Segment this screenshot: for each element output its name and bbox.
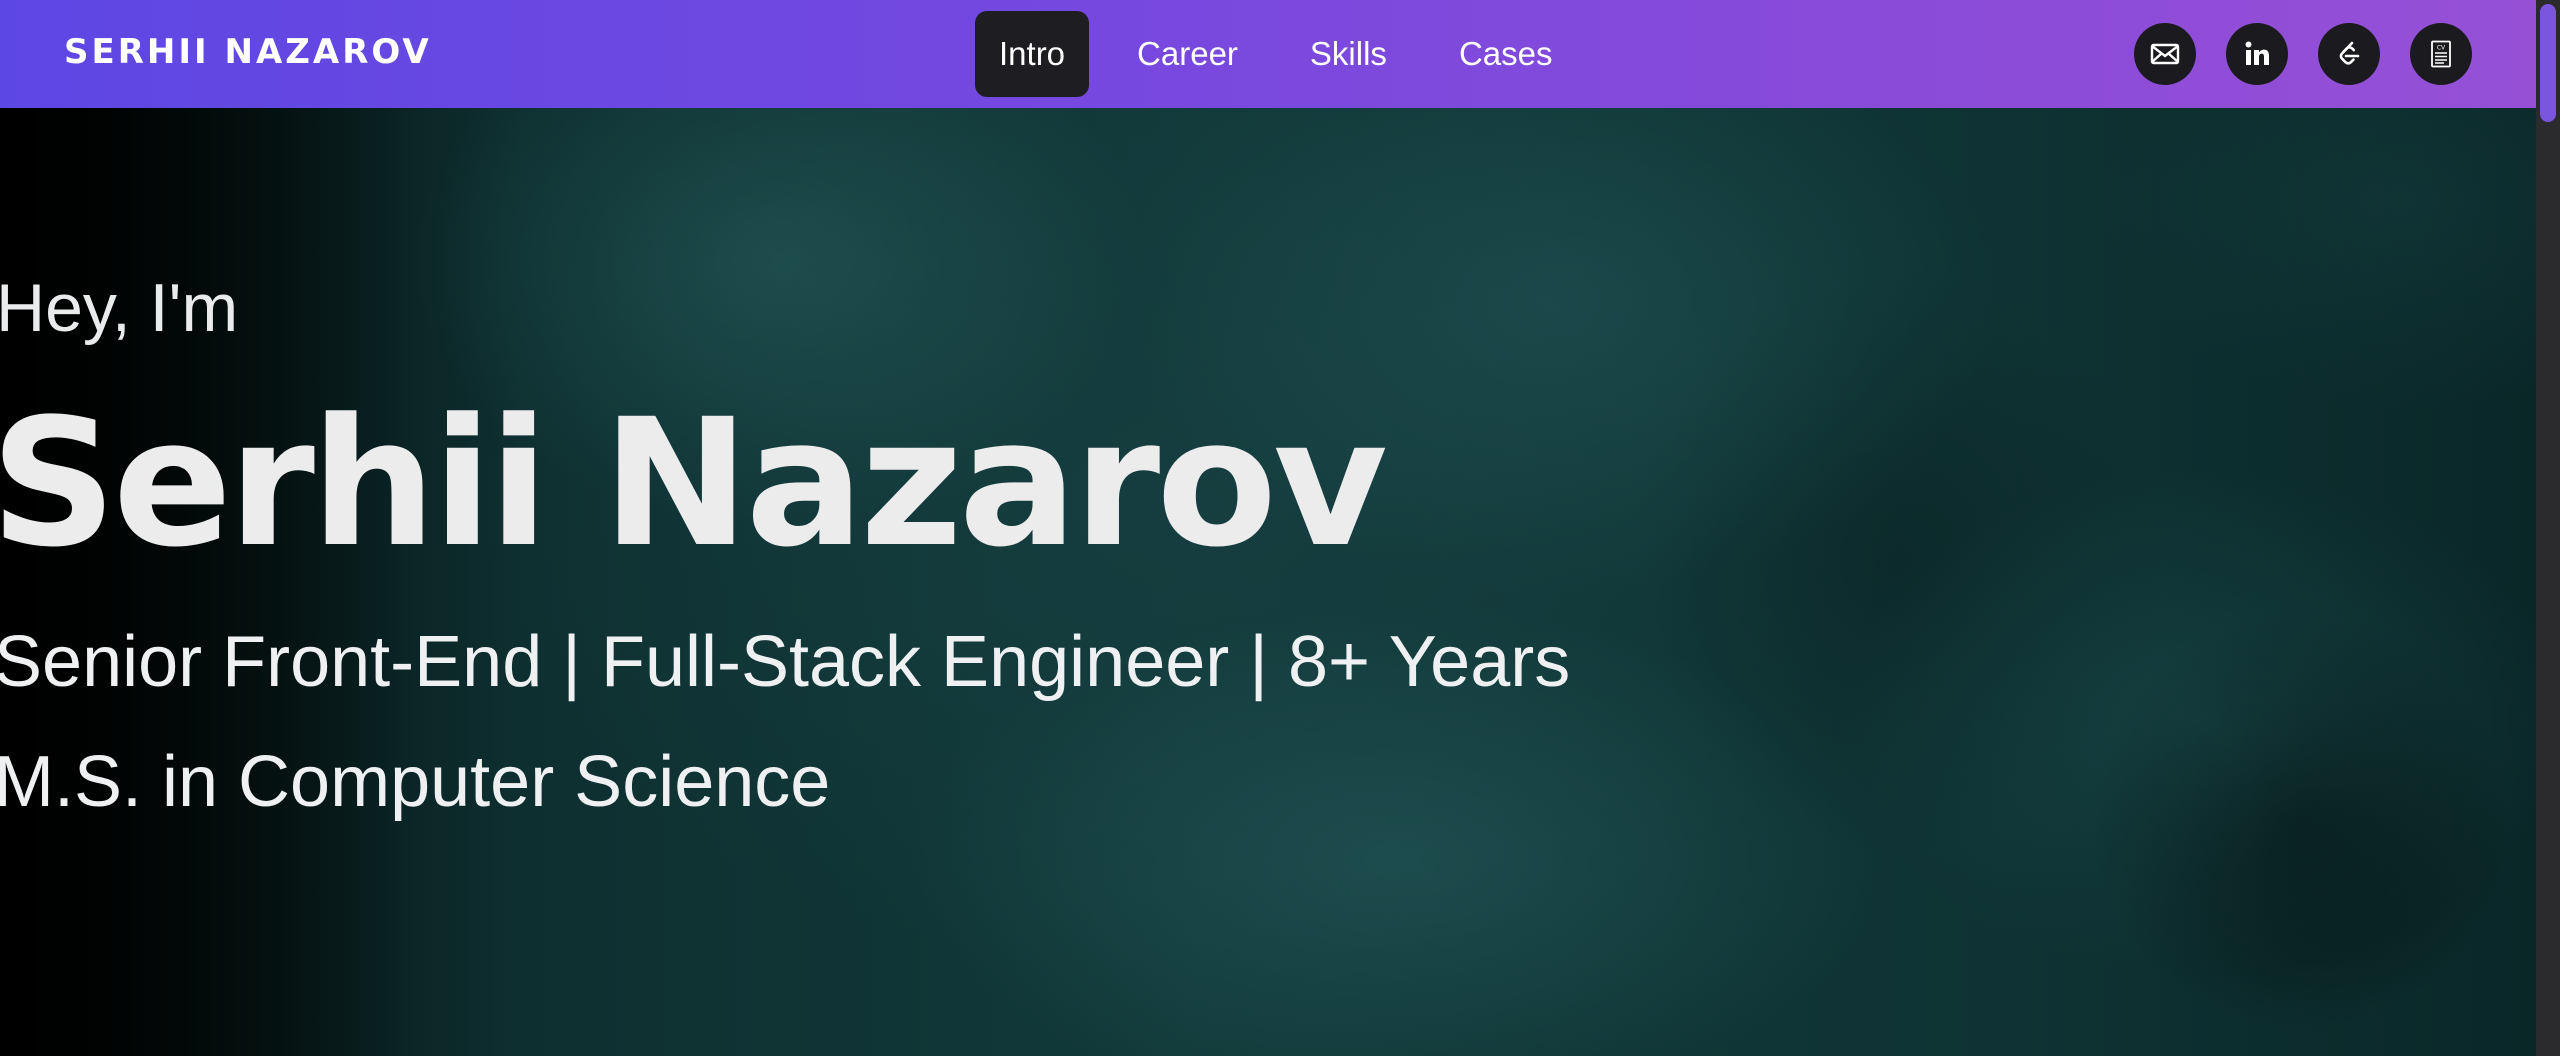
nav-tab-cases[interactable]: Cases — [1435, 11, 1577, 97]
page: SERHII NAZAROV Intro Career Skills Cases — [0, 0, 2560, 1056]
top-navigation-bar: SERHII NAZAROV Intro Career Skills Cases — [0, 0, 2536, 108]
social-links: CV — [2134, 23, 2472, 85]
cv-document-icon: CV — [2431, 40, 2451, 68]
nav-tab-career[interactable]: Career — [1113, 11, 1262, 97]
hero-name-heading: Serhii Nazarov — [0, 381, 1388, 586]
mail-icon — [2150, 43, 2180, 65]
leetcode-icon — [2339, 41, 2360, 65]
leetcode-button[interactable] — [2318, 23, 2380, 85]
hero-greeting: Hey, I'm — [0, 270, 239, 346]
nav-tab-skills[interactable]: Skills — [1286, 11, 1411, 97]
cv-button[interactable]: CV — [2410, 23, 2472, 85]
hero-degree: M.S. in Computer Science — [0, 742, 831, 822]
linkedin-icon — [2245, 41, 2269, 65]
hero-role-subtitle: Senior Front-End | Full-Stack Engineer |… — [0, 622, 1571, 702]
site-logo[interactable]: SERHII NAZAROV — [64, 30, 432, 74]
scrollbar-thumb[interactable] — [2540, 4, 2556, 122]
email-button[interactable] — [2134, 23, 2196, 85]
main-nav: Intro Career Skills Cases — [975, 11, 1600, 97]
linkedin-button[interactable] — [2226, 23, 2288, 85]
svg-text:CV: CV — [2437, 45, 2446, 52]
page-scrollbar[interactable] — [2536, 0, 2560, 1056]
nav-tab-intro[interactable]: Intro — [975, 11, 1090, 97]
